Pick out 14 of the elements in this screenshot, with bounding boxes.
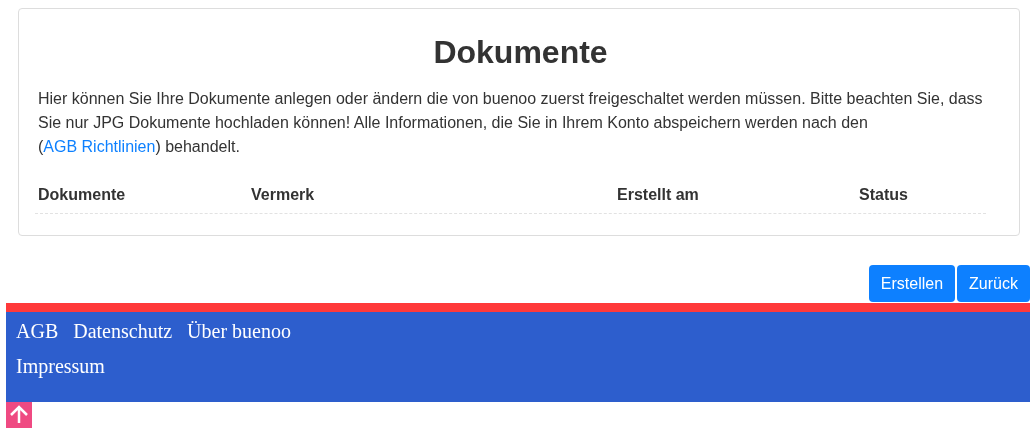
footer-link[interactable]: AGB <box>16 316 59 351</box>
column-header: Vermerk <box>251 185 316 206</box>
column-header: Status <box>859 185 909 206</box>
footer-link[interactable]: Datenschutz <box>73 316 173 351</box>
column-header: Erstellt am <box>617 185 700 206</box>
terms-link[interactable]: AGB Richtlinien <box>43 138 156 156</box>
footer-link[interactable]: Impressum <box>16 351 105 386</box>
create-button[interactable]: Erstellen <box>868 265 956 302</box>
back-button[interactable]: Zurück <box>957 265 1030 302</box>
page-title: Dokumente <box>432 33 609 72</box>
scroll-top-button[interactable] <box>6 402 32 428</box>
footer-link[interactable]: Über buenoo <box>187 316 291 351</box>
intro-paragraph: Hier können Sie Ihre Dokumente anlegen oder ändern die von buenoo zuerst freigeschaltet werden müssen. Bitte beachten Sie, dass Sie nur JPG Dokumente hochladen können! Alle Informationen, die Sie in Ihrem Konto abspeichern werden nach den (AGB Richtlinien) behandelt. <box>38 89 984 158</box>
column-header: Dokumente <box>38 185 127 206</box>
